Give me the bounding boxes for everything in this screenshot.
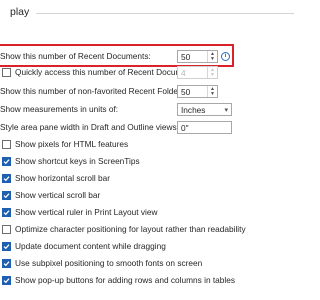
style-area-input[interactable]: 0"	[177, 121, 232, 134]
checkbox-label: Show horizontal scroll bar	[15, 173, 110, 183]
recent-folders-value: 50	[181, 86, 191, 97]
checkbox-label: Show vertical ruler in Print Layout view	[15, 207, 158, 217]
checkbox-row-vertical-ruler[interactable]: Show vertical ruler in Print Layout view	[2, 205, 158, 219]
quick-access-arrows[interactable]: ▲ ▼	[207, 67, 217, 78]
measurements-label: Show measurements in units of:	[0, 104, 119, 114]
measurements-row: Show measurements in units of:	[0, 102, 118, 116]
quick-access-checkbox[interactable]	[2, 67, 11, 77]
spin-down-icon[interactable]: ▼	[210, 91, 215, 97]
checkbox-label: Use subpixel positioning to smooth fonts…	[15, 258, 203, 268]
section-title: play	[10, 6, 30, 18]
section-divider	[36, 13, 294, 14]
checkbox-label: Show shortcut keys in ScreenTips	[15, 156, 140, 166]
style-area-value: 0"	[181, 122, 189, 133]
checkbox-label: Update document content while dragging	[15, 241, 166, 251]
recent-folders-label: Show this number of non-favorited Recent…	[0, 86, 188, 96]
checkbox-row-vertical-scroll[interactable]: Show vertical scroll bar	[2, 188, 100, 202]
quick-access-value: 4	[181, 67, 186, 78]
recent-folders-spinner[interactable]: 50 ▲ ▼	[177, 85, 218, 98]
checkbox-row-pixels-html[interactable]: Show pixels for HTML features	[2, 137, 128, 151]
quick-access-row: Quickly access this number of Recent Doc…	[2, 65, 200, 79]
measurements-select[interactable]: Inches ▾	[177, 103, 232, 116]
chevron-down-icon: ▾	[224, 107, 228, 114]
checkbox-label: Show pixels for HTML features	[15, 139, 129, 149]
checkbox[interactable]	[2, 156, 11, 166]
checkbox[interactable]	[2, 241, 11, 251]
quick-access-spinner[interactable]: 4 ▲ ▼	[177, 66, 218, 79]
quick-access-label: Quickly access this number of Recent Doc…	[15, 67, 201, 77]
spin-down-icon[interactable]: ▼	[210, 72, 215, 78]
checkbox-row-subpixel[interactable]: Use subpixel positioning to smooth fonts…	[2, 256, 202, 270]
checkbox[interactable]	[2, 173, 11, 183]
checkbox[interactable]	[2, 275, 11, 285]
recent-folders-arrows[interactable]: ▲ ▼	[207, 86, 217, 97]
highlight-box	[0, 44, 234, 67]
checkbox-row-update-dragging[interactable]: Update document content while dragging	[2, 239, 166, 253]
style-area-row: Style area pane width in Draft and Outli…	[0, 120, 179, 134]
checkbox-row-optimize-positioning[interactable]: Optimize character positioning for layou…	[2, 222, 246, 236]
checkbox-row-horizontal-scroll[interactable]: Show horizontal scroll bar	[2, 171, 110, 185]
checkbox[interactable]	[2, 207, 11, 217]
checkbox-label: Optimize character positioning for layou…	[15, 224, 246, 234]
style-area-label: Style area pane width in Draft and Outli…	[0, 122, 179, 132]
checkbox[interactable]	[2, 258, 11, 268]
checkbox[interactable]	[2, 139, 11, 149]
checkbox-row-shortcut-keys[interactable]: Show shortcut keys in ScreenTips	[2, 154, 140, 168]
checkbox[interactable]	[2, 224, 11, 234]
checkbox[interactable]	[2, 190, 11, 200]
measurements-value: Inches	[181, 104, 206, 115]
checkbox-row-popup-buttons[interactable]: Show pop-up buttons for adding rows and …	[2, 273, 235, 287]
checkbox-label: Show vertical scroll bar	[15, 190, 101, 200]
checkbox-label: Show pop-up buttons for adding rows and …	[15, 275, 236, 285]
recent-folders-row: Show this number of non-favorited Recent…	[0, 84, 187, 98]
